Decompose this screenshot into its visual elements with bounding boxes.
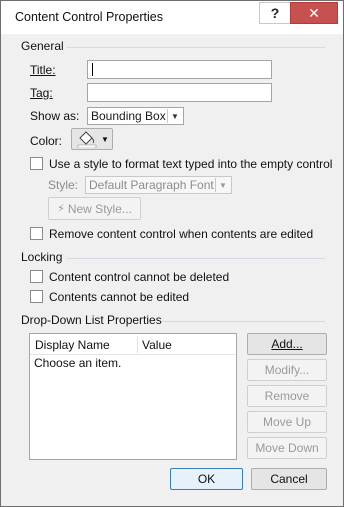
new-style-label: New Style...	[67, 201, 132, 216]
add-button[interactable]: Add...	[247, 333, 327, 355]
dropdown-list[interactable]: Display Name Value Choose an item.	[29, 333, 237, 460]
dropdown-section-header: Drop-Down List Properties	[21, 313, 162, 327]
column-divider	[137, 336, 138, 353]
locking-section-header: Locking	[21, 250, 63, 264]
new-style-icon: ⚡	[57, 203, 65, 215]
close-icon: ✕	[308, 4, 320, 21]
color-dropdown-icon: ▼	[101, 134, 109, 144]
remove-when-edited-checkbox[interactable]	[30, 227, 43, 240]
modify-button[interactable]: Modify...	[247, 359, 327, 381]
use-style-label: Use a style to format text typed into th…	[49, 157, 333, 171]
text-caret	[92, 63, 93, 76]
close-button[interactable]: ✕	[290, 2, 338, 24]
paint-bucket-icon	[77, 131, 97, 148]
cancel-button[interactable]: Cancel	[251, 468, 327, 490]
show-as-label: Show as:	[30, 109, 80, 123]
cannot-edit-checkbox[interactable]	[30, 290, 43, 303]
column-header-value[interactable]: Value	[142, 338, 172, 352]
window-title: Content Control Properties	[15, 10, 163, 24]
dropdown-separator	[161, 321, 325, 322]
add-button-label: Add...	[271, 337, 303, 351]
move-up-button[interactable]: Move Up	[247, 411, 327, 433]
new-style-button[interactable]: ⚡ New Style...	[48, 197, 141, 220]
title-input[interactable]	[87, 60, 272, 79]
cannot-edit-label: Contents cannot be edited	[49, 290, 190, 304]
style-select[interactable]: Default Paragraph Font ▼	[85, 176, 232, 194]
ok-button[interactable]: OK	[170, 468, 243, 490]
remove-when-edited-label: Remove content control when contents are…	[49, 227, 314, 241]
title-label-text: Title:	[30, 63, 56, 77]
content-control-properties-dialog: Content Control Properties ? ✕ General T…	[0, 0, 344, 507]
help-button[interactable]: ?	[259, 2, 291, 24]
tag-input[interactable]	[87, 83, 272, 102]
list-item-display-name: Choose an item.	[34, 356, 122, 370]
tag-label-text: Tag:	[30, 86, 53, 100]
color-label: Color:	[30, 134, 63, 148]
tag-label: Tag:	[30, 86, 53, 100]
cannot-delete-checkbox[interactable]	[30, 270, 43, 283]
color-picker-button[interactable]: ▼	[71, 128, 113, 150]
move-down-button[interactable]: Move Down	[247, 437, 327, 459]
show-as-value: Bounding Box	[91, 109, 166, 123]
list-item[interactable]: Choose an item.	[30, 354, 236, 372]
show-as-select[interactable]: Bounding Box ▼	[87, 107, 184, 125]
general-section-header: General	[21, 39, 64, 53]
general-separator	[67, 47, 325, 48]
title-bar: Content Control Properties ? ✕	[1, 1, 343, 34]
title-label: Title:	[30, 63, 56, 77]
style-value: Default Paragraph Font	[89, 178, 214, 192]
chevron-down-icon: ▼	[215, 178, 230, 192]
style-label: Style:	[48, 178, 79, 192]
locking-separator	[67, 258, 325, 259]
remove-button[interactable]: Remove	[247, 385, 327, 407]
cannot-delete-label: Content control cannot be deleted	[49, 270, 230, 284]
chevron-down-icon: ▼	[167, 109, 182, 123]
use-style-checkbox[interactable]	[30, 157, 43, 170]
column-header-display-name[interactable]: Display Name	[35, 338, 110, 352]
